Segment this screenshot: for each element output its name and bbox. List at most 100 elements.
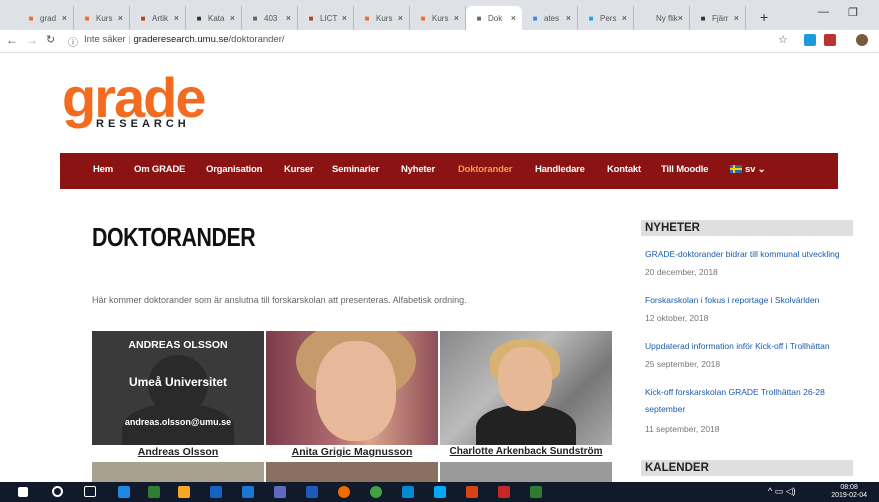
tab-close-icon[interactable]: ×: [398, 13, 403, 23]
browser-tab[interactable]: ■ Kurs ×: [74, 6, 130, 30]
browser-tab[interactable]: ■ Fjärr ×: [690, 6, 746, 30]
browser-tab-label: Kurs: [432, 13, 449, 23]
photos-icon[interactable]: [148, 486, 160, 498]
excel-icon[interactable]: [530, 486, 542, 498]
new-tab-button[interactable]: +: [760, 9, 768, 25]
browser-tab[interactable]: ■ Kurs ×: [410, 6, 466, 30]
umu-icon: ■: [700, 13, 706, 23]
blank-icon: [642, 13, 652, 23]
skype-extension-icon[interactable]: [804, 34, 816, 46]
browser-tab-label: Pers: [600, 13, 617, 23]
store-icon[interactable]: [178, 486, 190, 498]
news-date: 20 december, 2018: [645, 267, 718, 277]
fb-icon: ■: [420, 13, 426, 23]
browser-tab[interactable]: ■ LICT ×: [298, 6, 354, 30]
browser-tab[interactable]: ■ Pers ×: [578, 6, 634, 30]
browser-tab[interactable]: Ny flik ×: [634, 6, 690, 30]
card-andreas-olsson[interactable]: ANDREAS OLSSON Umeå Universitet andreas.…: [92, 331, 264, 445]
menu-item-hem[interactable]: Hem: [93, 164, 113, 175]
system-tray-icons[interactable]: ^ ▭ ◁): [768, 486, 796, 497]
ie-icon[interactable]: [242, 486, 254, 498]
opera-icon: ■: [308, 13, 314, 23]
news-link[interactable]: Kick-off forskarskolan GRADE Trollhättan…: [645, 384, 855, 418]
url-field[interactable]: Inte säker | graderesearch.umu.se/doktor…: [84, 34, 285, 45]
person-link-charlotte-arkenback-sundstrom[interactable]: Charlotte Arkenback Sundström: [440, 446, 612, 457]
menu-item-handledare[interactable]: Handledare: [535, 164, 585, 175]
person-link-andreas-olsson[interactable]: Andreas Olsson: [92, 446, 264, 458]
tab-close-icon[interactable]: ×: [511, 13, 516, 23]
menu-item-nyheter[interactable]: Nyheter: [401, 164, 435, 175]
tab-close-icon[interactable]: ×: [286, 13, 291, 23]
extension-icon[interactable]: [824, 34, 836, 46]
outlook-icon[interactable]: [210, 486, 222, 498]
profile-avatar[interactable]: [856, 34, 868, 46]
word-icon[interactable]: [306, 486, 318, 498]
browser-tab[interactable]: ■ Dok ×: [466, 6, 522, 30]
app-icon[interactable]: [274, 486, 286, 498]
taskbar-clock[interactable]: 08:08 2019-02-04: [831, 484, 867, 500]
bookmark-star-icon[interactable]: ☆: [778, 33, 788, 46]
logo-sub-text: RESEARCH: [96, 118, 190, 130]
firefox-icon[interactable]: [338, 486, 350, 498]
opera-icon: ■: [140, 13, 146, 23]
browser-tab[interactable]: ■ ates ×: [522, 6, 578, 30]
edge-icon[interactable]: [118, 486, 130, 498]
fb-icon: ■: [84, 13, 90, 23]
browser-tab[interactable]: ■ grad ×: [18, 6, 74, 30]
card-charlotte-arkenback-sundstrom[interactable]: [440, 331, 612, 445]
search-icon[interactable]: [52, 486, 63, 497]
browser-tab[interactable]: ■ Kata ×: [186, 6, 242, 30]
site-logo[interactable]: grade RESEARCH: [62, 70, 206, 131]
menu-item-seminarier[interactable]: Seminarier: [332, 164, 379, 175]
forward-icon[interactable]: →: [26, 33, 38, 47]
maximize-button[interactable]: ❐: [848, 6, 858, 19]
person-link-anita-grigic-magnusson[interactable]: Anita Grigic Magnusson: [266, 446, 438, 458]
windows-start-icon[interactable]: [18, 487, 28, 497]
reload-icon[interactable]: ↻: [46, 33, 55, 46]
tab-close-icon[interactable]: ×: [454, 13, 459, 23]
tab-close-icon[interactable]: ×: [622, 13, 627, 23]
skype-business-icon[interactable]: [434, 486, 446, 498]
menu-item-kontakt[interactable]: Kontakt: [607, 164, 641, 175]
browser-tab[interactable]: ■ Kurs ×: [354, 6, 410, 30]
menu-item-organisation[interactable]: Organisation: [206, 164, 262, 175]
tab-close-icon[interactable]: ×: [342, 13, 347, 23]
tab-close-icon[interactable]: ×: [734, 13, 739, 23]
card-next-row[interactable]: [440, 462, 612, 482]
card-next-row[interactable]: [92, 462, 264, 482]
umu-icon: ■: [196, 13, 202, 23]
powerpoint-icon[interactable]: [466, 486, 478, 498]
minimize-button[interactable]: —: [818, 6, 829, 18]
language-switcher[interactable]: sv ⌄: [730, 164, 766, 175]
news-date: 12 oktober, 2018: [645, 313, 709, 323]
info-icon[interactable]: ⓘ: [68, 34, 78, 49]
tab-close-icon[interactable]: ×: [174, 13, 179, 23]
card-next-row[interactable]: [266, 462, 438, 482]
task-view-icon[interactable]: [84, 486, 96, 497]
card-overlay-university: Umeå Universitet: [128, 375, 228, 389]
menu-item-kurser[interactable]: Kurser: [284, 164, 314, 175]
menu-item-om-grade[interactable]: Om GRADE: [134, 164, 185, 175]
news-link[interactable]: GRADE-doktorander bidrar till kommunal u…: [645, 246, 855, 263]
news-link[interactable]: Forskarskolan i fokus i reportage i Skol…: [645, 292, 855, 309]
news-link[interactable]: Uppdaterad information inför Kick-off i …: [645, 338, 855, 355]
browser-tab[interactable]: ■ Artik ×: [130, 6, 186, 30]
card-anita-grigic-magnusson[interactable]: [266, 331, 438, 445]
tab-close-icon[interactable]: ×: [230, 13, 235, 23]
skype-icon[interactable]: [402, 486, 414, 498]
menu-item-till-moodle[interactable]: Till Moodle: [661, 164, 708, 175]
chrome-icon[interactable]: [370, 486, 382, 498]
acrobat-icon[interactable]: [498, 486, 510, 498]
tab-close-icon[interactable]: ×: [678, 13, 683, 23]
page-title: DOKTORANDER: [92, 222, 256, 252]
back-icon[interactable]: ←: [6, 33, 18, 47]
tab-close-icon[interactable]: ×: [62, 13, 67, 23]
tab-close-icon[interactable]: ×: [566, 13, 571, 23]
url-host: graderesearch.umu.se: [133, 34, 229, 45]
twitter-icon: ■: [588, 13, 594, 23]
menu-item-doktorander[interactable]: Doktorander: [458, 164, 512, 175]
browser-tab-label: Dok: [488, 13, 503, 23]
tab-close-icon[interactable]: ×: [118, 13, 123, 23]
browser-tab-label: LICT: [320, 13, 338, 23]
browser-tab[interactable]: ■ 403 ×: [242, 6, 298, 30]
